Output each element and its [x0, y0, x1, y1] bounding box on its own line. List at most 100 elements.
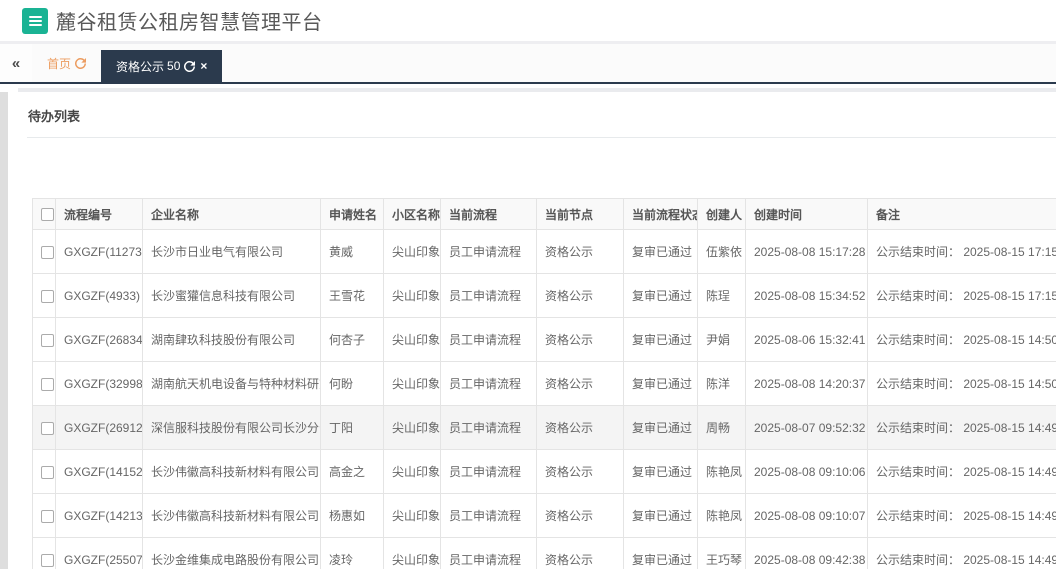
cell-current-process: 员工申请流程 — [440, 229, 537, 274]
tab-qualification-count: 50 — [167, 59, 181, 73]
todo-table: 流程编号 企业名称 申请姓名 小区名称 当前流程 当前节点 当前流程状态 创建人… — [32, 198, 1056, 569]
cell-community: 尖山印象 — [383, 537, 441, 569]
cell-process-id: GXGZF(26834) — [55, 317, 143, 362]
cell-remark: 公示结束时间： 2025-08-15 17:15:23 — [867, 229, 1056, 274]
cell-current-node: 资格公示 — [536, 361, 624, 406]
refresh-icon[interactable] — [75, 57, 87, 69]
cell-current-node: 资格公示 — [536, 317, 624, 362]
cell-creator: 周畅 — [697, 405, 746, 450]
col-creator: 创建人 — [697, 198, 746, 230]
cell-applicant: 丁阳 — [320, 405, 384, 450]
cell-process-id: GXGZF(11273) — [55, 229, 143, 274]
table-row[interactable]: GXGZF(14213) 长沙伟徽高科技新材料有限公司 杨惠如 尖山印象 员工申… — [32, 493, 1056, 538]
cell-current-process: 员工申请流程 — [440, 317, 537, 362]
close-tab-icon[interactable]: × — [200, 60, 207, 72]
table-row[interactable]: GXGZF(32998) 湖南航天机电设备与特种材料研究所 何盼 尖山印象 员工… — [32, 361, 1056, 406]
row-checkbox[interactable] — [41, 245, 54, 259]
cell-current-process: 员工申请流程 — [440, 361, 537, 406]
content-area: 待办列表 流程编号 企业名称 申请姓名 小区名称 当前流程 当前节点 当前流程状… — [0, 84, 1056, 569]
col-company: 企业名称 — [142, 198, 321, 230]
app-header: 麓谷租赁公租房智慧管理平台 — [0, 0, 1056, 41]
cell-current-node: 资格公示 — [536, 493, 624, 538]
cell-current-process: 员工申请流程 — [440, 273, 537, 318]
tab-qualification-publicity[interactable]: 资格公示 50 × — [101, 50, 223, 82]
cell-current-node: 资格公示 — [536, 405, 624, 450]
table-header-row: 流程编号 企业名称 申请姓名 小区名称 当前流程 当前节点 当前流程状态 创建人… — [32, 198, 1056, 230]
refresh-icon[interactable] — [184, 60, 196, 72]
cell-creator: 陈艳凤 — [697, 449, 746, 494]
cell-process-status: 复审已通过 — [623, 405, 698, 450]
table-row[interactable]: GXGZF(14152) 长沙伟徽高科技新材料有限公司 高金之 尖山印象 员工申… — [32, 449, 1056, 494]
cell-created-time: 2025-08-08 09:42:38 — [745, 537, 868, 569]
cell-community: 尖山印象 — [383, 405, 441, 450]
col-remark: 备注 — [867, 198, 1056, 230]
double-chevron-left-icon: « — [11, 54, 21, 72]
cell-process-status: 复审已通过 — [623, 273, 698, 318]
cell-remark: 公示结束时间： 2025-08-15 17:15:10 — [867, 273, 1056, 318]
collapse-tabs-button[interactable]: « — [0, 44, 32, 82]
col-current-node: 当前节点 — [536, 198, 624, 230]
col-process-status: 当前流程状态 — [623, 198, 698, 230]
cell-current-process: 员工申请流程 — [440, 449, 537, 494]
row-checkbox[interactable] — [41, 509, 54, 523]
cell-created-time: 2025-08-08 09:10:07 — [745, 493, 868, 538]
table-row[interactable]: GXGZF(26912) 深信服科技股份有限公司长沙分公司 丁阳 尖山印象 员工… — [32, 405, 1056, 450]
cell-company: 湖南肆玖科技股份有限公司 — [142, 317, 321, 362]
cell-current-node: 资格公示 — [536, 449, 624, 494]
cell-applicant: 凌玲 — [320, 537, 384, 569]
table-row[interactable]: GXGZF(11273) 长沙市日业电气有限公司 黄威 尖山印象 员工申请流程 … — [32, 229, 1056, 274]
cell-current-process: 员工申请流程 — [440, 493, 537, 538]
cell-process-status: 复审已通过 — [623, 361, 698, 406]
cell-process-status: 复审已通过 — [623, 493, 698, 538]
cell-current-process: 员工申请流程 — [440, 405, 537, 450]
cell-applicant: 王雪花 — [320, 273, 384, 318]
cell-current-node: 资格公示 — [536, 273, 624, 318]
panel-header: 待办列表 — [27, 92, 1056, 138]
cell-applicant: 黄威 — [320, 229, 384, 274]
cell-company: 深信服科技股份有限公司长沙分公司 — [142, 405, 321, 450]
row-checkbox[interactable] — [41, 377, 54, 391]
tab-bar: « 首页 资格公示 50 × — [0, 44, 1056, 84]
cell-community: 尖山印象 — [383, 361, 441, 406]
panel-title: 待办列表 — [28, 109, 81, 124]
cell-remark: 公示结束时间： 2025-08-15 14:49:17 — [867, 493, 1056, 538]
row-checkbox[interactable] — [41, 553, 54, 567]
cell-creator: 陈洋 — [697, 361, 746, 406]
cell-company: 湖南航天机电设备与特种材料研究所 — [142, 361, 321, 406]
page-title: 麓谷租赁公租房智慧管理平台 — [56, 12, 323, 34]
cell-company: 长沙伟徽高科技新材料有限公司 — [142, 449, 321, 494]
cell-process-id: GXGZF(14152) — [55, 449, 143, 494]
cell-applicant: 高金之 — [320, 449, 384, 494]
cell-current-process: 员工申请流程 — [440, 537, 537, 569]
cell-process-id: GXGZF(25507) — [55, 537, 143, 569]
col-process-id: 流程编号 — [55, 198, 143, 230]
cell-applicant: 何杏子 — [320, 317, 384, 362]
cell-process-status: 复审已通过 — [623, 229, 698, 274]
menu-toggle-button[interactable] — [22, 7, 48, 34]
cell-community: 尖山印象 — [383, 493, 441, 538]
row-checkbox[interactable] — [41, 465, 54, 479]
todo-panel: 待办列表 流程编号 企业名称 申请姓名 小区名称 当前流程 当前节点 当前流程状… — [8, 92, 1056, 569]
cell-company: 长沙伟徽高科技新材料有限公司 — [142, 493, 321, 538]
table-row[interactable]: GXGZF(4933) 长沙蜜獾信息科技有限公司 王雪花 尖山印象 员工申请流程… — [32, 273, 1056, 318]
cell-community: 尖山印象 — [383, 273, 441, 318]
row-checkbox[interactable] — [41, 421, 54, 435]
cell-remark: 公示结束时间： 2025-08-15 14:49:03 — [867, 537, 1056, 569]
cell-created-time: 2025-08-07 09:52:32 — [745, 405, 868, 450]
col-applicant: 申请姓名 — [320, 198, 384, 230]
table-row[interactable]: GXGZF(26834) 湖南肆玖科技股份有限公司 何杏子 尖山印象 员工申请流… — [32, 317, 1056, 362]
cell-process-id: GXGZF(26912) — [55, 405, 143, 450]
row-checkbox[interactable] — [41, 289, 54, 303]
cell-current-node: 资格公示 — [536, 537, 624, 569]
row-checkbox[interactable] — [41, 333, 54, 347]
todo-table-wrap: 流程编号 企业名称 申请姓名 小区名称 当前流程 当前节点 当前流程状态 创建人… — [32, 198, 1056, 569]
select-all-checkbox[interactable] — [41, 208, 54, 222]
cell-process-status: 复审已通过 — [623, 449, 698, 494]
tab-home[interactable]: 首页 — [32, 44, 101, 82]
cell-company: 长沙市日业电气有限公司 — [142, 229, 321, 274]
cell-applicant: 杨惠如 — [320, 493, 384, 538]
cell-current-node: 资格公示 — [536, 229, 624, 274]
cell-creator: 尹娟 — [697, 317, 746, 362]
cell-remark: 公示结束时间： 2025-08-15 14:49:44 — [867, 405, 1056, 450]
table-row[interactable]: GXGZF(25507) 长沙金维集成电路股份有限公司 凌玲 尖山印象 员工申请… — [32, 537, 1056, 569]
